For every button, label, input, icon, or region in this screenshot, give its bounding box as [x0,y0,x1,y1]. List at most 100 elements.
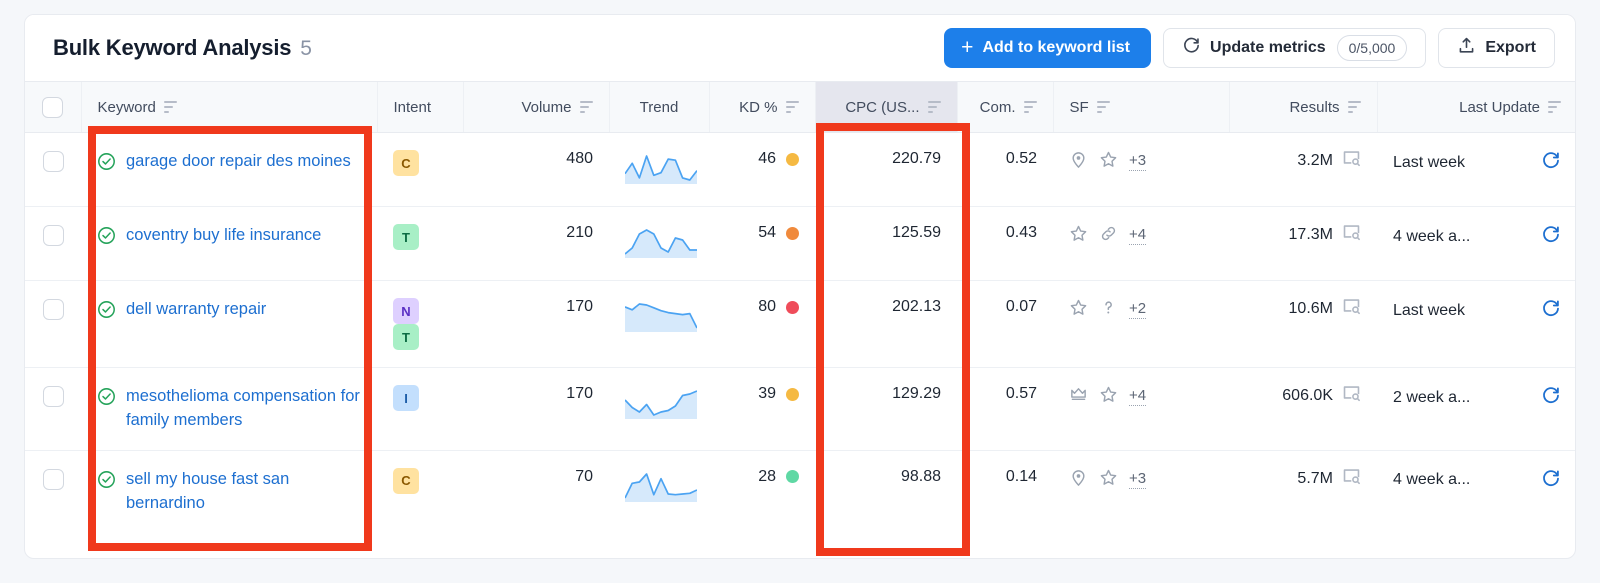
select-all-header [25,82,81,133]
table-row[interactable]: coventry buy life insuranceT21054125.590… [25,207,1576,281]
map-pin-icon[interactable] [1069,468,1088,492]
sort-icon[interactable] [786,101,799,113]
table-row[interactable]: sell my house fast san bernardinoC702898… [25,450,1576,532]
kd-value: 28 [758,468,776,486]
column-header-sf[interactable]: SF [1053,82,1229,133]
refresh-icon[interactable] [1541,298,1561,323]
column-header-label-kd: KD % [739,99,777,116]
volume-cell: 170 [463,368,609,451]
intent-badge-transactional[interactable]: T [393,224,419,250]
select-all-checkbox[interactable] [42,97,63,118]
com-cell: 0.14 [957,450,1053,532]
star-icon[interactable] [1099,150,1118,174]
keyword-link[interactable]: coventry buy life insurance [126,224,321,248]
add-to-keyword-list-button[interactable]: + Add to keyword list [944,28,1151,68]
com-cell: 0.43 [957,207,1053,281]
column-header-keyword[interactable]: Keyword [81,82,377,133]
table-row[interactable]: dell warranty repairNT17080202.130.07+21… [25,281,1576,368]
row-checkbox[interactable] [43,386,64,407]
keyword-link[interactable]: sell my house fast san bernardino [126,468,361,516]
refresh-icon[interactable] [1541,468,1561,493]
sort-icon[interactable] [580,101,593,113]
column-header-results[interactable]: Results [1229,82,1377,133]
sort-icon[interactable] [1348,101,1361,113]
row-checkbox[interactable] [43,225,64,246]
intent-badge-commercial[interactable]: C [393,150,419,176]
table-row[interactable]: garage door repair des moinesC48046220.7… [25,133,1576,207]
star-icon[interactable] [1099,385,1118,409]
column-header-kd[interactable]: KD % [709,82,815,133]
sort-icon[interactable] [928,101,941,113]
results-value: 5.7M [1297,470,1333,488]
intent-badge-informational[interactable]: I [393,385,419,411]
export-button[interactable]: Export [1438,28,1555,68]
column-header-update[interactable]: Last Update [1377,82,1576,133]
sf-more-link[interactable]: +2 [1129,301,1146,319]
intent-badge-navigational[interactable]: N [393,298,419,324]
last-update-value: 4 week a... [1393,228,1470,246]
serp-preview-icon[interactable] [1342,298,1361,320]
star-icon[interactable] [1099,468,1118,492]
sort-icon[interactable] [164,101,177,113]
star-icon[interactable] [1069,224,1088,248]
results-cell: 3.2M [1229,133,1377,207]
column-header-label-volume: Volume [521,99,571,116]
serp-preview-icon[interactable] [1342,224,1361,246]
page-title-text: Bulk Keyword Analysis [53,35,291,60]
results-value: 10.6M [1289,300,1333,318]
sf-more-link[interactable]: +4 [1129,227,1146,245]
volume-cell: 210 [463,207,609,281]
column-header-com[interactable]: Com. [957,82,1053,133]
column-header-cpc[interactable]: CPC (US... [815,82,957,133]
table-row[interactable]: mesothelioma compensation for family mem… [25,368,1576,451]
bulk-keyword-analysis-card: Bulk Keyword Analysis5 + Add to keyword … [24,14,1576,559]
star-icon[interactable] [1069,298,1088,322]
last-update-cell: Last week [1377,281,1576,368]
update-metrics-label: Update metrics [1210,39,1326,57]
trend-cell[interactable] [609,368,709,451]
sort-icon[interactable] [1548,101,1561,113]
volume-cell: 480 [463,133,609,207]
keyword-link[interactable]: dell warranty repair [126,298,266,322]
refresh-icon[interactable] [1541,224,1561,249]
link-icon[interactable] [1099,224,1118,248]
column-header-volume[interactable]: Volume [463,82,609,133]
crown-icon[interactable] [1069,385,1088,409]
table-body: garage door repair des moinesC48046220.7… [25,133,1576,533]
serp-preview-icon[interactable] [1342,385,1361,407]
row-checkbox[interactable] [43,151,64,172]
keyword-link[interactable]: garage door repair des moines [126,150,351,174]
upload-icon [1457,36,1476,60]
kd-cell: 39 [709,368,815,451]
sf-more-link[interactable]: +3 [1129,471,1146,489]
sort-icon[interactable] [1097,101,1110,113]
question-icon[interactable] [1099,298,1118,322]
intent-badge-transactional[interactable]: T [393,324,419,350]
trend-cell[interactable] [609,281,709,368]
trend-cell[interactable] [609,133,709,207]
check-circle-icon [97,470,116,494]
serp-preview-icon[interactable] [1342,468,1361,490]
trend-cell[interactable] [609,207,709,281]
trend-cell[interactable] [609,450,709,532]
refresh-icon[interactable] [1541,150,1561,175]
column-header-label-trend: Trend [640,99,679,116]
map-pin-icon[interactable] [1069,150,1088,174]
sf-more-link[interactable]: +3 [1129,153,1146,171]
sf-more-link[interactable]: +4 [1129,388,1146,406]
results-value: 17.3M [1289,226,1333,244]
column-header-label-cpc: CPC (US... [845,99,919,116]
refresh-icon[interactable] [1541,385,1561,410]
row-checkbox[interactable] [43,299,64,320]
last-update-value: 4 week a... [1393,471,1470,489]
sort-icon[interactable] [1024,101,1037,113]
keyword-link[interactable]: mesothelioma compensation for family mem… [126,385,361,433]
serp-preview-icon[interactable] [1342,150,1361,172]
row-checkbox[interactable] [43,469,64,490]
intent-badge-commercial[interactable]: C [393,468,419,494]
update-metrics-button[interactable]: Update metrics 0/5,000 [1163,28,1426,68]
page-root: Bulk Keyword Analysis5 + Add to keyword … [0,0,1600,583]
intent-cell: T [377,207,463,281]
com-cell: 0.07 [957,281,1053,368]
volume-cell: 170 [463,281,609,368]
